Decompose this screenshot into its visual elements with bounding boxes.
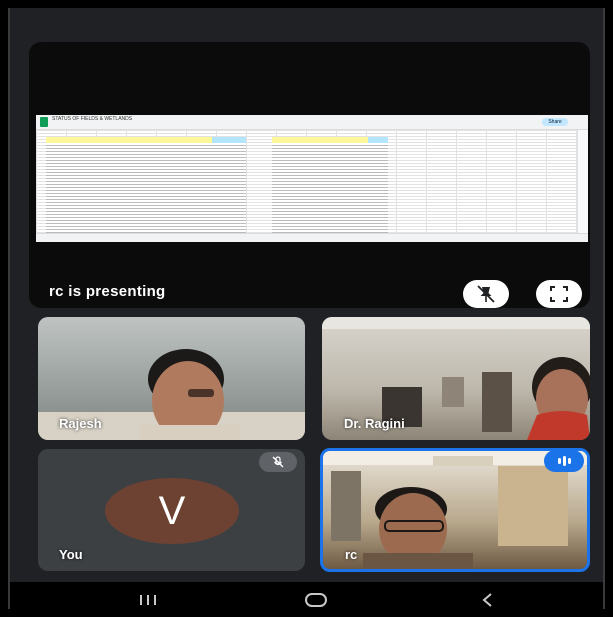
shared-spreadsheet: STATUS OF FIELDS & WETLANDS Share bbox=[36, 115, 588, 242]
spreadsheet-side-panel bbox=[577, 130, 588, 234]
data-table-left bbox=[46, 137, 246, 233]
participant-tile-rajesh[interactable]: Rajesh bbox=[38, 317, 305, 440]
avatar: V bbox=[105, 478, 239, 544]
participant-name: You bbox=[59, 547, 83, 562]
recent-apps-icon[interactable] bbox=[138, 594, 158, 606]
mic-off-icon bbox=[272, 456, 284, 468]
fullscreen-icon bbox=[550, 286, 568, 302]
back-icon[interactable] bbox=[480, 592, 494, 608]
spreadsheet-toolbar: STATUS OF FIELDS & WETLANDS Share bbox=[36, 115, 588, 130]
pin-off-icon bbox=[477, 285, 495, 303]
presenting-label: rc is presenting bbox=[49, 283, 166, 300]
participant-name: Rajesh bbox=[59, 416, 102, 431]
data-table-right bbox=[272, 137, 388, 233]
participant-name: Dr. Ragini bbox=[344, 416, 405, 431]
fullscreen-button[interactable] bbox=[536, 280, 582, 308]
unpin-button[interactable] bbox=[463, 280, 509, 308]
sheet-tabs bbox=[36, 233, 588, 242]
muted-badge bbox=[259, 452, 297, 472]
home-icon[interactable] bbox=[304, 592, 328, 608]
participant-tile-ragini[interactable]: Dr. Ragini bbox=[322, 317, 590, 440]
sheets-logo-icon bbox=[40, 117, 48, 127]
participant-name: rc bbox=[345, 547, 358, 562]
spreadsheet-title: STATUS OF FIELDS & WETLANDS bbox=[52, 116, 133, 122]
speaking-indicator-icon bbox=[544, 450, 584, 472]
share-button: Share bbox=[542, 118, 568, 126]
